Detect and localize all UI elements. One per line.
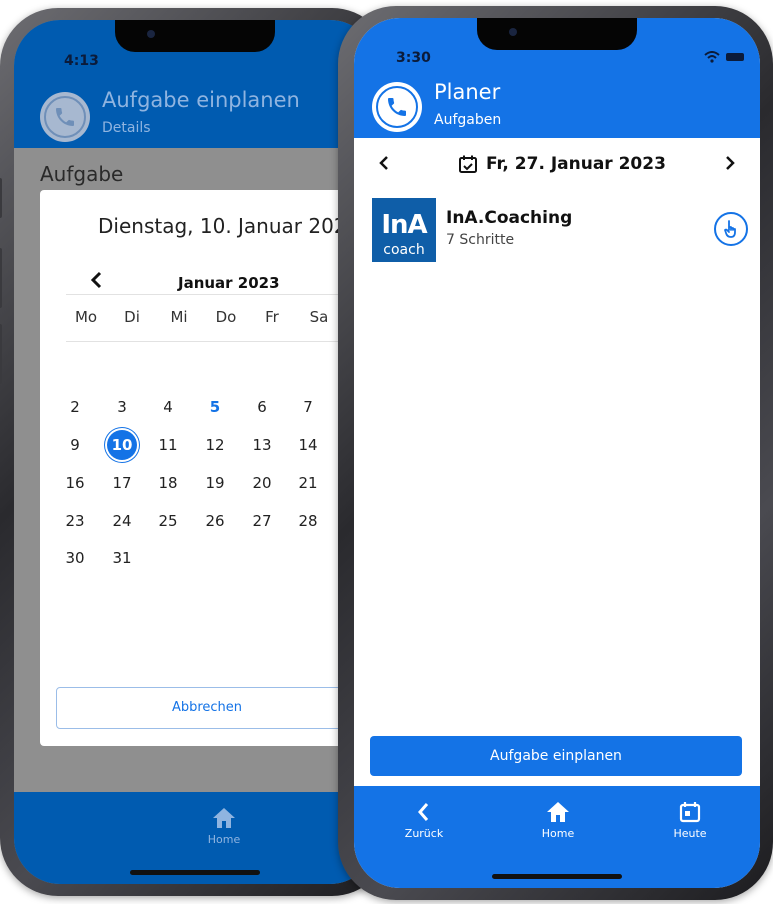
- bottom-nav: Zurück Home Heute: [354, 786, 760, 888]
- calendar-today-icon: [679, 802, 701, 823]
- chevron-left-icon: [90, 271, 102, 289]
- selected-date-text: Dienstag, 10. Januar 202: [98, 214, 347, 238]
- wifi-icon: [704, 51, 720, 63]
- phone-icon: [56, 108, 74, 126]
- hand-pointer-icon: [724, 220, 736, 238]
- weekday-label: Di: [124, 308, 140, 326]
- status-icons: [704, 51, 744, 63]
- header-subtitle: Aufgaben: [434, 112, 502, 128]
- home-indicator: [130, 870, 260, 875]
- calendar-day[interactable]: 3: [107, 392, 137, 422]
- volume-up-button: [0, 248, 2, 308]
- notch: [477, 18, 637, 50]
- calendar-day[interactable]: 27: [247, 506, 277, 536]
- calendar-day[interactable]: 16: [60, 468, 90, 498]
- cancel-button[interactable]: Abbrechen: [56, 687, 358, 729]
- prev-month-button[interactable]: [90, 270, 104, 295]
- calendar-day[interactable]: 19: [200, 468, 230, 498]
- weekday-header: Mo Di Mi Do Fr Sa: [66, 294, 376, 342]
- calendar-day[interactable]: 17: [107, 468, 137, 498]
- logo-sub-text: coach: [383, 242, 425, 258]
- calendar-day[interactable]: 21: [293, 468, 323, 498]
- nav-today-label: Heute: [673, 827, 707, 840]
- header-title: Aufgabe einplanen: [102, 88, 300, 112]
- nav-today[interactable]: Heute: [660, 800, 720, 840]
- calendar-day[interactable]: 2: [60, 392, 90, 422]
- calendar-day[interactable]: 14: [293, 430, 323, 460]
- chevron-left-icon: [418, 803, 429, 821]
- weekday-label: Mo: [74, 308, 98, 326]
- app-avatar[interactable]: [40, 92, 90, 142]
- weekday-label: Do: [215, 308, 237, 326]
- back-phone-screen: 4:13 Aufgabe einplanen Details Aufgabe D…: [14, 20, 376, 884]
- nav-home[interactable]: Home: [194, 806, 254, 846]
- calendar-day[interactable]: 12: [200, 430, 230, 460]
- mute-switch: [0, 178, 2, 218]
- calendar-day[interactable]: 6: [247, 392, 277, 422]
- back-phone-frame: 4:13 Aufgabe einplanen Details Aufgabe D…: [0, 8, 390, 896]
- app-avatar[interactable]: [372, 82, 422, 132]
- header-subtitle: Details: [102, 120, 151, 136]
- nav-home-label: Home: [541, 827, 575, 840]
- header-title: Planer: [434, 80, 501, 104]
- home-icon: [547, 802, 569, 822]
- home-indicator: [492, 874, 622, 879]
- calendar-day[interactable]: 24: [107, 506, 137, 536]
- current-date: Fr, 27. Januar 2023: [486, 154, 666, 174]
- calendar-check-icon: [459, 155, 477, 173]
- date-picker-trigger[interactable]: Fr, 27. Januar 2023: [458, 154, 666, 174]
- home-icon: [213, 808, 235, 828]
- prev-day-button[interactable]: [378, 152, 390, 176]
- plan-task-button[interactable]: Aufgabe einplanen: [370, 736, 742, 776]
- calendar-day[interactable]: 18: [153, 468, 183, 498]
- battery-icon: [726, 53, 744, 61]
- calendar-day[interactable]: 31: [107, 543, 137, 573]
- ina-coach-logo: InA coach: [372, 198, 436, 262]
- calendar-day[interactable]: 20: [247, 468, 277, 498]
- calendar-day[interactable]: 7: [293, 392, 323, 422]
- calendar-day-selected[interactable]: 10: [107, 430, 137, 460]
- task-steps: 7 Schritte: [446, 232, 515, 248]
- chevron-left-icon: [379, 156, 388, 170]
- volume-down-button: [0, 324, 2, 384]
- front-phone-frame: 3:30 Planer Aufgaben Fr, 27. Januar 2023…: [338, 6, 773, 900]
- calendar-day[interactable]: 25: [153, 506, 183, 536]
- status-time: 3:30: [396, 50, 431, 66]
- weekday-label: Mi: [170, 308, 188, 326]
- task-list-item[interactable]: InA coach InA.Coaching 7 Schritte: [372, 198, 752, 266]
- calendar-day[interactable]: 26: [200, 506, 230, 536]
- weekday-label: Sa: [309, 308, 329, 326]
- calendar-day[interactable]: 11: [153, 430, 183, 460]
- logo-main-text: InA: [381, 210, 427, 240]
- calendar-day[interactable]: 13: [247, 430, 277, 460]
- task-title: InA.Coaching: [446, 208, 573, 228]
- calendar-day[interactable]: 23: [60, 506, 90, 536]
- front-phone-screen: 3:30 Planer Aufgaben Fr, 27. Januar 2023…: [354, 18, 760, 888]
- task-select-button[interactable]: [714, 212, 748, 246]
- nav-back-label: Zurück: [404, 827, 444, 840]
- calendar-day[interactable]: 5: [200, 392, 230, 422]
- month-label: Januar 2023: [178, 274, 280, 292]
- calendar-day[interactable]: 4: [153, 392, 183, 422]
- date-navigation-bar: Fr, 27. Januar 2023: [354, 138, 760, 190]
- status-time: 4:13: [64, 53, 99, 69]
- calendar-day[interactable]: 9: [60, 430, 90, 460]
- chevron-right-icon: [726, 156, 735, 170]
- nav-back[interactable]: Zurück: [394, 800, 454, 840]
- notch: [115, 20, 275, 52]
- nav-home[interactable]: Home: [528, 800, 588, 840]
- phone-icon: [388, 98, 406, 116]
- nav-home-label: Home: [207, 833, 241, 846]
- date-picker-dialog: Dienstag, 10. Januar 202 Januar 2023 Mo …: [40, 190, 376, 746]
- weekday-label: Fr: [265, 308, 279, 326]
- section-heading: Aufgabe: [40, 162, 124, 186]
- calendar-day[interactable]: 30: [60, 543, 90, 573]
- calendar-day[interactable]: 28: [293, 506, 323, 536]
- next-day-button[interactable]: [724, 152, 736, 176]
